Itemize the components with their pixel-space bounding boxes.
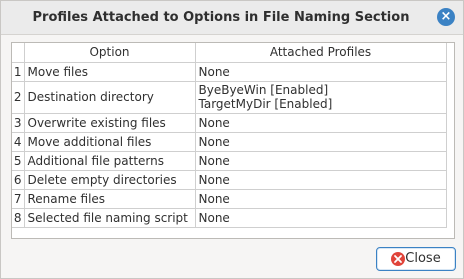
option-cell: Rename files: [24, 189, 196, 209]
close-button-label: Close: [405, 251, 441, 266]
option-cell: Destination directory: [24, 81, 196, 114]
option-cell: Move additional files: [24, 132, 196, 152]
table-row[interactable]: 4 Move additional files None: [12, 132, 447, 152]
profiles-table: Option Attached Profiles 1 Move files No…: [11, 42, 455, 239]
profiles-dialog: Profiles Attached to Options in File Nam…: [0, 0, 464, 279]
option-cell: Overwrite existing files: [24, 113, 196, 133]
option-column-header[interactable]: Option: [24, 43, 196, 63]
row-number: 7: [12, 189, 25, 209]
table-row[interactable]: 2 Destination directory ByeByeWin [Enabl…: [12, 81, 447, 114]
option-cell: Additional file patterns: [24, 151, 196, 171]
close-icon: [391, 252, 405, 266]
option-cell: Move files: [24, 62, 196, 82]
profiles-cell: None: [195, 132, 447, 152]
row-number: 3: [12, 113, 25, 133]
profile-entry: ByeByeWin [Enabled]: [198, 83, 329, 97]
profiles-cell: None: [195, 62, 447, 82]
profile-entry: TargetMyDir [Enabled]: [198, 97, 333, 111]
profile-entry: None: [198, 134, 230, 149]
window-title: Profiles Attached to Options in File Nam…: [32, 10, 410, 25]
table-row[interactable]: 5 Additional file patterns None: [12, 151, 447, 171]
profiles-cell: None: [195, 113, 447, 133]
row-number: 8: [12, 208, 25, 228]
table-row[interactable]: 3 Overwrite existing files None: [12, 113, 447, 133]
row-number: 1: [12, 62, 25, 82]
profile-entry: None: [198, 115, 230, 130]
profile-entry: None: [198, 172, 230, 187]
profiles-cell: None: [195, 151, 447, 171]
close-button[interactable]: Close: [376, 247, 456, 271]
option-cell: Delete empty directories: [24, 170, 196, 190]
option-cell: Selected file naming script: [24, 208, 196, 228]
table-row[interactable]: 7 Rename files None: [12, 189, 447, 209]
profile-entry: None: [198, 64, 230, 79]
profile-entry: None: [198, 153, 230, 168]
profile-entry: None: [198, 191, 230, 206]
profiles-cell: ByeByeWin [Enabled] TargetMyDir [Enabled…: [195, 81, 447, 114]
table-row[interactable]: 6 Delete empty directories None: [12, 170, 447, 190]
title-bar: Profiles Attached to Options in File Nam…: [1, 1, 463, 35]
profiles-cell: None: [195, 170, 447, 190]
profiles-cell: None: [195, 208, 447, 228]
row-number: 5: [12, 151, 25, 171]
number-column-header[interactable]: [12, 43, 25, 63]
row-number: 4: [12, 132, 25, 152]
row-number: 6: [12, 170, 25, 190]
row-number: 2: [12, 81, 25, 114]
profile-entry: None: [198, 210, 230, 225]
window-close-button[interactable]: ×: [437, 8, 455, 26]
table-header-row: Option Attached Profiles: [12, 43, 447, 63]
table-row[interactable]: 8 Selected file naming script None: [12, 208, 447, 228]
table-row[interactable]: 1 Move files None: [12, 62, 447, 82]
profiles-column-header[interactable]: Attached Profiles: [195, 43, 447, 63]
profiles-cell: None: [195, 189, 447, 209]
